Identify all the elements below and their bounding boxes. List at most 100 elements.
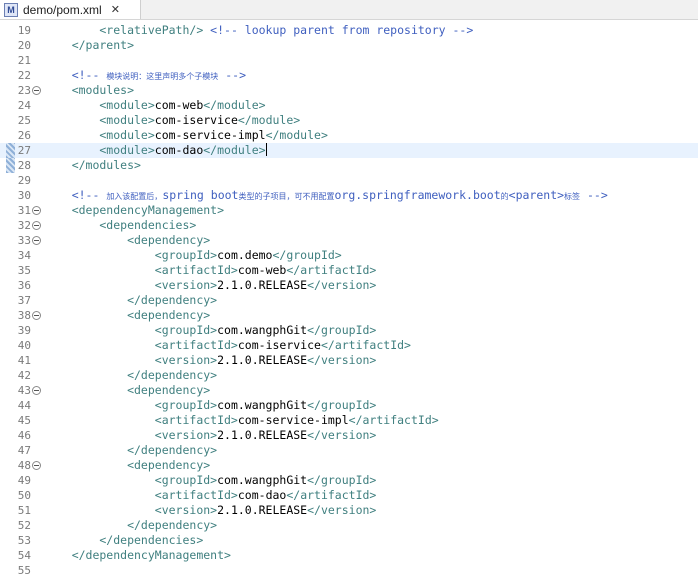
text-cursor <box>265 143 267 156</box>
code-line[interactable]: 50 <artifactId>com-dao</artifactId> <box>0 488 698 503</box>
code-text: </dependency> <box>44 293 217 308</box>
line-number: 43 <box>17 384 31 397</box>
code-line[interactable]: 49 <groupId>com.wangphGit</groupId> <box>0 473 698 488</box>
code-text: <artifactId>com-web</artifactId> <box>44 263 377 278</box>
code-line[interactable]: 54 </dependencyManagement> <box>0 548 698 563</box>
code-line[interactable]: 31 <dependencyManagement> <box>0 203 698 218</box>
code-line[interactable]: 25 <module>com-iservice</module> <box>0 113 698 128</box>
xml-text: 2.1.0.RELEASE <box>217 278 308 292</box>
code-line[interactable]: 28 </modules> <box>0 158 698 173</box>
code-text: <dependency> <box>44 233 210 248</box>
code-line[interactable]: 23 <modules> <box>0 83 698 98</box>
code-line[interactable]: 44 <groupId>com.wangphGit</groupId> <box>0 398 698 413</box>
code-line[interactable]: 48 <dependency> <box>0 458 698 473</box>
code-line[interactable]: 22 <!-- 模块说明：这里声明多个子模块 --> <box>0 68 698 83</box>
code-line[interactable]: 30 <!-- 加入该配置后，spring boot类型的子项目，可不用配置or… <box>0 188 698 203</box>
code-text: <version>2.1.0.RELEASE</version> <box>44 503 377 518</box>
line-number: 32 <box>17 219 31 232</box>
code-text: <groupId>com.wangphGit</groupId> <box>44 398 377 413</box>
xml-tag: <dependencies> <box>44 218 197 232</box>
code-line[interactable]: 55 <box>0 563 698 578</box>
code-line[interactable]: 43 <dependency> <box>0 383 698 398</box>
line-number: 29 <box>17 174 31 187</box>
fold-collapse-icon[interactable] <box>32 86 41 95</box>
fold-collapse-icon[interactable] <box>32 236 41 245</box>
line-number: 23 <box>17 84 31 97</box>
line-number: 25 <box>17 114 31 127</box>
code-text: <module>com-service-impl</module> <box>44 128 328 143</box>
xml-tag: </module> <box>203 143 266 157</box>
code-line[interactable]: 33 <dependency> <box>0 233 698 248</box>
fold-collapse-icon[interactable] <box>32 221 41 230</box>
line-number: 45 <box>17 414 31 427</box>
line-number: 34 <box>17 249 31 262</box>
xml-text: com-iservice <box>154 113 238 127</box>
xml-text: com.wangphGit <box>217 473 308 487</box>
xml-tag: </module> <box>203 98 266 112</box>
fold-collapse-icon[interactable] <box>32 461 41 470</box>
code-line[interactable]: 40 <artifactId>com-iservice</artifactId> <box>0 338 698 353</box>
xml-comment: --> <box>580 188 608 202</box>
code-text: <dependency> <box>44 308 210 323</box>
code-line[interactable]: 35 <artifactId>com-web</artifactId> <box>0 263 698 278</box>
code-line[interactable]: 38 <dependency> <box>0 308 698 323</box>
code-text: <relativePath/> <!-- lookup parent from … <box>44 23 473 38</box>
xml-tag: <dependencyManagement> <box>44 203 225 217</box>
xml-tag: <artifactId> <box>44 338 238 352</box>
code-line[interactable]: 19 <relativePath/> <!-- lookup parent fr… <box>0 23 698 38</box>
code-line[interactable]: 51 <version>2.1.0.RELEASE</version> <box>0 503 698 518</box>
xml-text: com.wangphGit <box>217 323 308 337</box>
line-number: 38 <box>17 309 31 322</box>
xml-text: com-service-impl <box>154 128 266 142</box>
line-number: 28 <box>17 159 31 172</box>
code-line[interactable]: 39 <groupId>com.wangphGit</groupId> <box>0 323 698 338</box>
code-line[interactable]: 24 <module>com-web</module> <box>0 98 698 113</box>
code-line[interactable]: 42 </dependency> <box>0 368 698 383</box>
line-number: 51 <box>17 504 31 517</box>
tab-title: demo/pom.xml <box>23 2 102 17</box>
close-icon[interactable]: ✕ <box>111 3 120 16</box>
code-text: <module>com-web</module> <box>44 98 266 113</box>
xml-tag: <module> <box>44 113 155 127</box>
code-line[interactable]: 34 <groupId>com.demo</groupId> <box>0 248 698 263</box>
code-line[interactable]: 52 </dependency> <box>0 518 698 533</box>
line-number: 33 <box>17 234 31 247</box>
code-line[interactable]: 29 <box>0 173 698 188</box>
xml-tag: </dependency> <box>44 368 218 382</box>
xml-tag: <artifactId> <box>44 488 238 502</box>
code-line[interactable]: 37 </dependency> <box>0 293 698 308</box>
xml-comment: 的 <box>500 192 509 201</box>
code-line[interactable]: 27 <module>com-dao</module> <box>0 143 698 158</box>
xml-tag: </groupId> <box>307 473 377 487</box>
code-line[interactable]: 20 </parent> <box>0 38 698 53</box>
code-text: <groupId>com.wangphGit</groupId> <box>44 323 377 338</box>
xml-tag: </groupId> <box>307 323 377 337</box>
line-number: 47 <box>17 444 31 457</box>
line-number: 40 <box>17 339 31 352</box>
tab-pom-xml[interactable]: M demo/pom.xml ✕ <box>0 0 141 19</box>
code-line[interactable]: 26 <module>com-service-impl</module> <box>0 128 698 143</box>
code-text: <dependency> <box>44 383 210 398</box>
xml-tag: </artifactId> <box>348 413 439 427</box>
code-line[interactable]: 41 <version>2.1.0.RELEASE</version> <box>0 353 698 368</box>
xml-tag: </artifactId> <box>320 338 411 352</box>
code-line[interactable]: 36 <version>2.1.0.RELEASE</version> <box>0 278 698 293</box>
code-line[interactable]: 32 <dependencies> <box>0 218 698 233</box>
code-line[interactable]: 53 </dependencies> <box>0 533 698 548</box>
line-number: 21 <box>17 54 31 67</box>
code-line[interactable]: 21 <box>0 53 698 68</box>
code-line[interactable]: 47 </dependency> <box>0 443 698 458</box>
code-text: <artifactId>com-service-impl</artifactId… <box>44 413 439 428</box>
line-number: 41 <box>17 354 31 367</box>
fold-collapse-icon[interactable] <box>32 386 41 395</box>
code-editor[interactable]: 19 <relativePath/> <!-- lookup parent fr… <box>0 20 698 579</box>
code-line[interactable]: 45 <artifactId>com-service-impl</artifac… <box>0 413 698 428</box>
xml-tag: <modules> <box>44 83 135 97</box>
fold-collapse-icon[interactable] <box>32 311 41 320</box>
line-number: 35 <box>17 264 31 277</box>
line-number: 19 <box>17 24 31 37</box>
fold-collapse-icon[interactable] <box>32 206 41 215</box>
xml-tag: </dependency> <box>44 443 218 457</box>
code-line[interactable]: 46 <version>2.1.0.RELEASE</version> <box>0 428 698 443</box>
code-text: </dependency> <box>44 368 217 383</box>
